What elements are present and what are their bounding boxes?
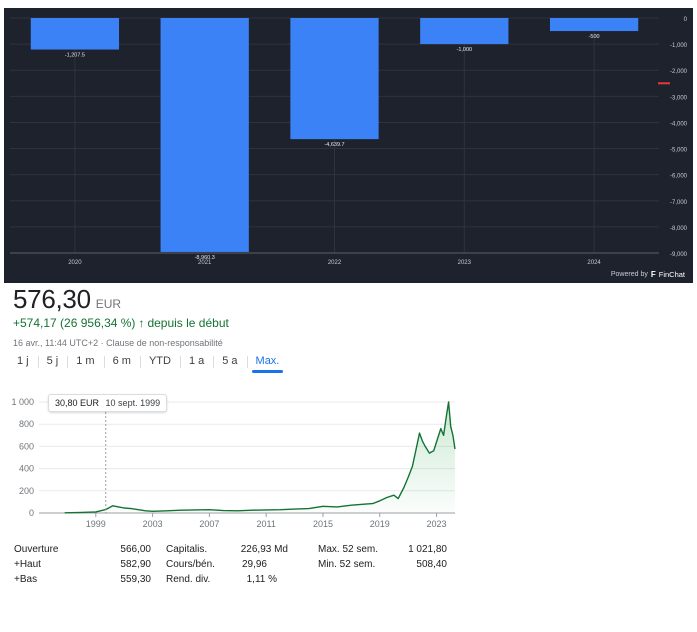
- meta-separator: ·: [100, 338, 104, 348]
- y-tick-label: 800: [19, 419, 34, 429]
- stat-label-high: +Haut: [14, 559, 41, 570]
- y-tick-label: 400: [19, 464, 34, 474]
- powered-by-label: Powered by: [610, 271, 648, 278]
- change-period: depuis le début: [147, 316, 229, 330]
- x-tick-label: 2023: [427, 519, 447, 529]
- tab-5-years[interactable]: 5 a: [213, 352, 246, 373]
- stat-label-low: +Bas: [14, 574, 38, 585]
- y-tick-label: 600: [19, 441, 34, 451]
- y-tick-label: -5,000: [670, 148, 688, 154]
- y-tick-label: -6,000: [670, 174, 688, 180]
- x-tick-label: 2023: [458, 260, 472, 266]
- stat-label-dividend-yield: Rend. div.: [166, 574, 211, 585]
- bar: [290, 18, 379, 140]
- y-tick-label: 0: [684, 17, 688, 23]
- bar: [30, 18, 120, 50]
- tooltip-date: 10 sept. 1999: [105, 398, 161, 408]
- x-tick-label: 2007: [199, 519, 219, 529]
- y-tick-label: 0: [29, 508, 34, 518]
- stat-label-52w-low: Min. 52 sem.: [318, 559, 376, 570]
- stat-value-market-cap: 226,93 Md: [240, 544, 288, 555]
- stat-value-pe-ratio: 29,96: [241, 559, 267, 570]
- powered-by-finchat[interactable]: Powered by F FinChat: [611, 270, 685, 279]
- bar: [160, 18, 249, 252]
- x-tick-label: 2019: [370, 519, 390, 529]
- y-tick-label: -3,000: [670, 95, 688, 101]
- tab-ytd[interactable]: YTD: [139, 352, 180, 373]
- x-tick-label: 1999: [86, 519, 106, 529]
- price-currency: EUR: [95, 297, 122, 311]
- bar: [549, 18, 639, 32]
- tab-1-year[interactable]: 1 a: [179, 352, 213, 373]
- y-tick-label: 1 000: [11, 397, 34, 407]
- x-tick-label: 2024: [587, 260, 601, 266]
- stat-value-52w-low: 508,40: [416, 559, 447, 570]
- y-tick-label: 200: [19, 486, 34, 496]
- bar-value-label: -500: [589, 34, 600, 40]
- price-change: +574,17 (26 956,34 %): [13, 316, 136, 330]
- stat-value-open: 566,00: [120, 544, 151, 555]
- chart-tooltip: 30,80 EUR 10 sept. 1999: [48, 394, 168, 412]
- x-tick-label: 2020: [68, 260, 82, 266]
- stat-label-open: Ouverture: [14, 544, 59, 555]
- tab-6-months[interactable]: 6 m: [103, 352, 140, 373]
- tab-1-month[interactable]: 1 m: [67, 352, 103, 373]
- tooltip-value: 30,80 EUR: [55, 398, 100, 408]
- stock-price: 576,30: [13, 284, 91, 314]
- finchat-brand-name: FinChat: [658, 270, 685, 279]
- bar-value-label: -1,207.5: [65, 53, 85, 59]
- tab-1-day[interactable]: 1 j: [8, 352, 38, 373]
- bar-chart-canvas: 0 -1,000 -2,000 -3,000 -4,000 -5,000 -6,000 -7,…: [10, 17, 688, 266]
- bar-value-label: -1,000: [456, 47, 472, 53]
- y-tick-label: -4,000: [670, 121, 688, 127]
- x-tick-label: 2011: [256, 519, 275, 529]
- y-tick-label: -1,000: [670, 43, 688, 49]
- bar: [420, 18, 509, 45]
- tab-5-days[interactable]: 5 j: [37, 352, 68, 373]
- finchat-bar-chart: 0 -1,000 -2,000 -3,000 -4,000 -5,000 -6,000 -7,…: [4, 8, 693, 283]
- bar-value-label: -4,639.7: [324, 142, 344, 148]
- stat-value-52w-high: 1 021,80: [408, 544, 447, 555]
- price-line: [64, 401, 456, 514]
- stat-label-pe-ratio: Cours/bén.: [166, 559, 215, 570]
- stat-label-market-cap: Capitalis.: [166, 544, 208, 555]
- y-tick-label: -9,000: [670, 252, 688, 258]
- stat-value-high: 582,90: [120, 559, 151, 570]
- stat-value-dividend-yield: 1,11 %: [246, 574, 277, 585]
- y-tick-label: -2,000: [670, 69, 688, 75]
- stat-label-52w-high: Max. 52 sem.: [318, 544, 379, 555]
- quote-timestamp: 16 avr., 11:44 UTC+2: [13, 338, 99, 348]
- x-tick-label: 2022: [328, 260, 342, 266]
- range-tabs: 1 j 5 j 1 m 6 m YTD 1 a 5 a Max.: [8, 352, 288, 373]
- y-tick-label: -8,000: [670, 226, 688, 232]
- x-tick-label: 2015: [313, 519, 333, 529]
- quote-header: 576,30 EUR +574,17 (26 956,34 %) ↑ depui…: [13, 284, 473, 348]
- finchat-logo-icon: F: [650, 270, 656, 279]
- key-stats: Ouverture 566,00 Capitalis. 226,93 Md Ma…: [14, 541, 454, 601]
- stat-value-low: 559,30: [120, 574, 151, 585]
- arrow-up-icon: ↑: [138, 316, 145, 330]
- x-tick-label: 2021: [198, 260, 212, 266]
- disclaimer-link[interactable]: Clause de non-responsabilité: [106, 338, 223, 348]
- x-tick-label: 2003: [143, 519, 163, 529]
- tab-max[interactable]: Max.: [246, 352, 289, 373]
- y-tick-label: -7,000: [670, 200, 688, 206]
